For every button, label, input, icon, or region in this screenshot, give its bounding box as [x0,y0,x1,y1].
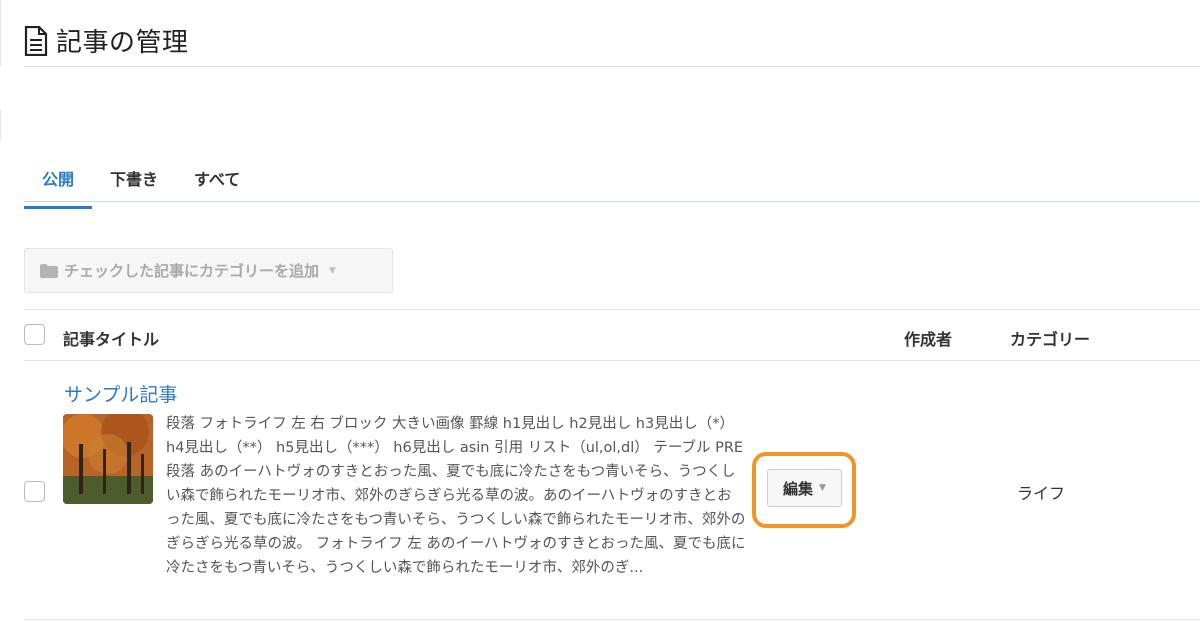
add-category-label: チェックした記事にカテゴリーを追加 [64,262,320,280]
post-title-link[interactable]: サンプル記事 [64,380,177,407]
header-divider [24,66,1200,67]
table-header: 記事タイトル 作成者 カテゴリー [24,309,1200,361]
left-edge-line [0,0,1,66]
document-icon [24,25,48,56]
edit-button-label: 編集 [783,479,814,498]
column-category: カテゴリー [1010,330,1091,349]
folder-icon [40,263,58,278]
column-author: 作成者 [904,330,953,349]
chevron-down-icon: ▼ [329,265,336,276]
chevron-down-icon: ▼ [819,483,826,493]
column-title: 記事タイトル [63,330,160,349]
table-row: サンプル記事 段落 フォトライフ 左 右 ブロック 大きい画像 罫線 h1見出し… [24,362,1200,620]
tabs-divider [24,201,1200,202]
select-all-checkbox[interactable] [24,324,45,345]
row-checkbox[interactable] [24,481,45,502]
add-category-button[interactable]: チェックした記事にカテゴリーを追加 ▼ [24,248,393,293]
post-excerpt: 段落 フォトライフ 左 右 ブロック 大きい画像 罫線 h1見出し h2見出し … [166,416,746,576]
left-edge-line [0,110,1,140]
edit-button[interactable]: 編集 ▼ [767,469,842,507]
page-title: 記事の管理 [56,28,189,58]
page-header: 記事の管理 [24,22,189,59]
post-thumbnail[interactable] [63,414,153,504]
post-category: ライフ [1017,484,1066,503]
